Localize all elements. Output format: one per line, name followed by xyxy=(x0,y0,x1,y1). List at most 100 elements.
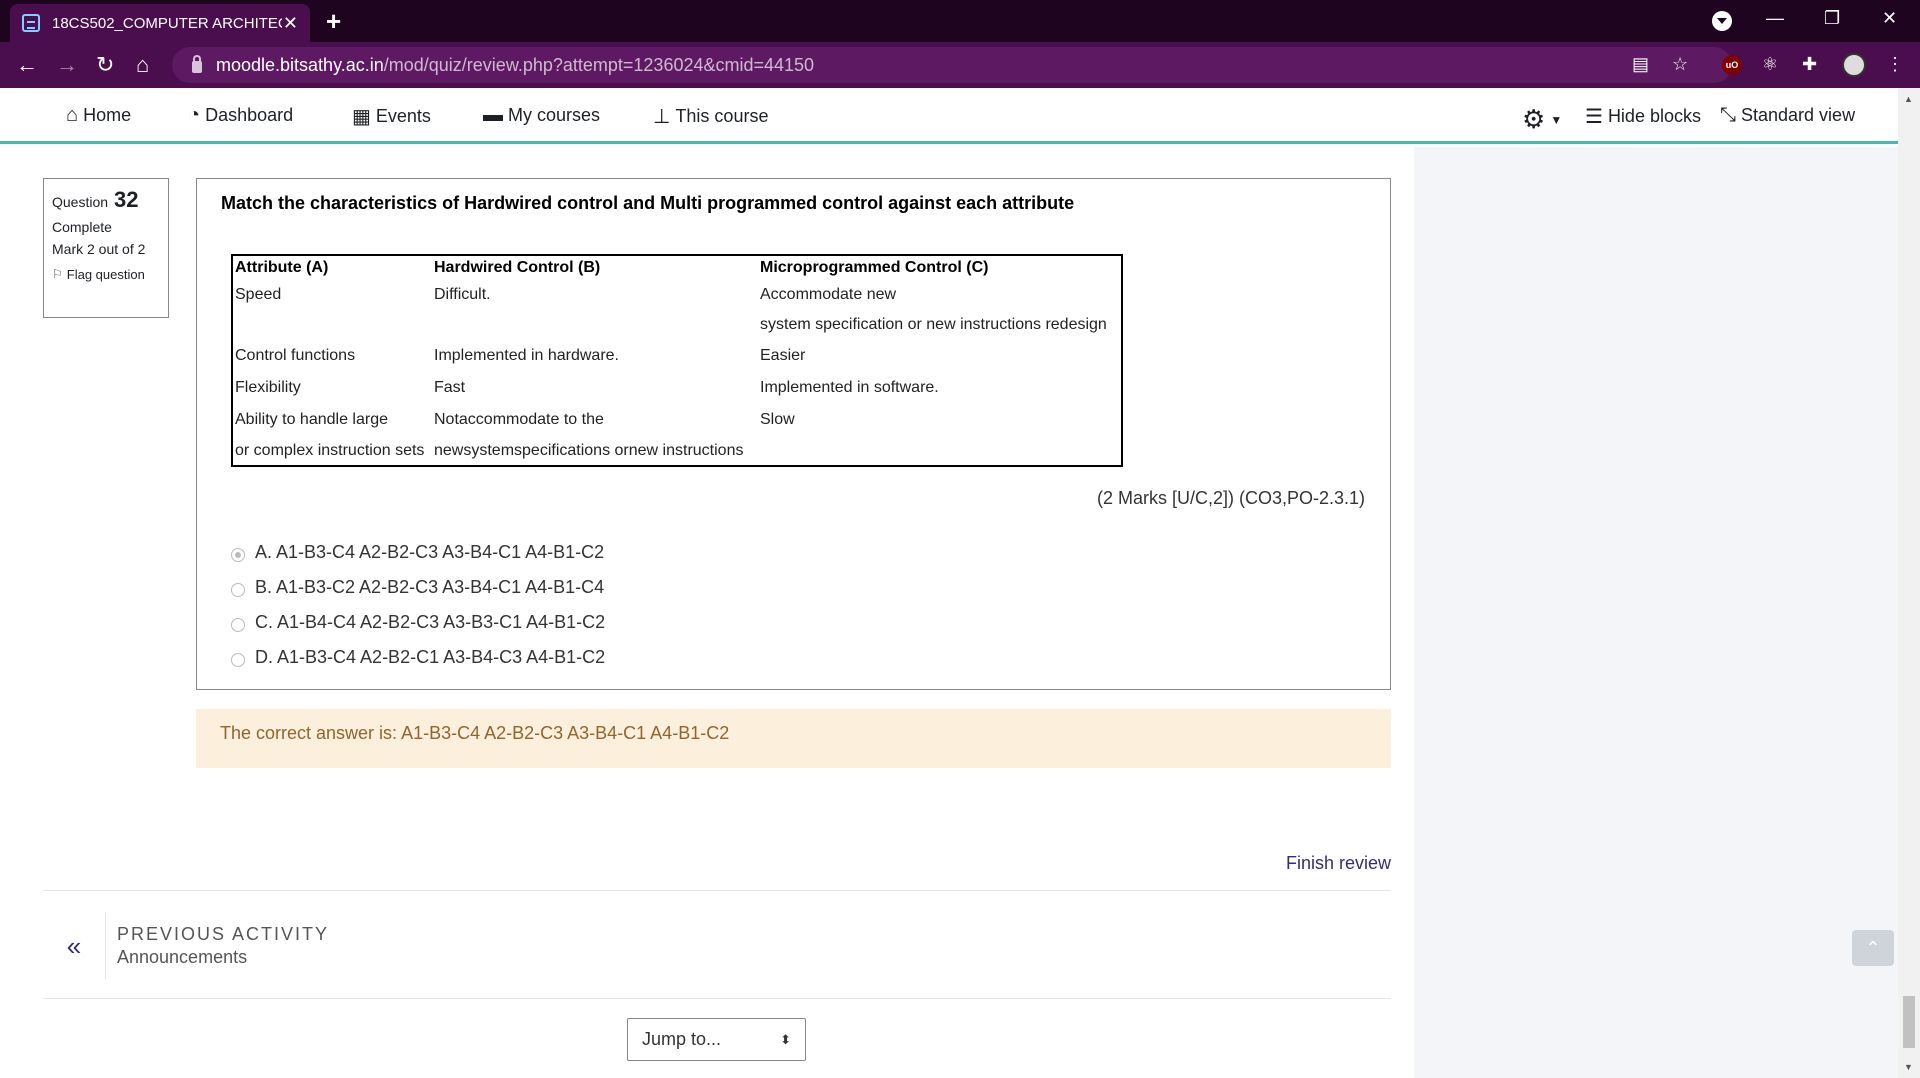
home-browser-icon[interactable]: ⌂ xyxy=(136,52,149,78)
table-cell: Difficult. xyxy=(434,286,491,303)
sitemap-icon: ⊥ xyxy=(653,106,671,128)
scroll-down-icon[interactable]: ▼ xyxy=(1904,1062,1913,1072)
nav-home[interactable]: ⌂ Home xyxy=(66,104,131,127)
radio[interactable] xyxy=(231,617,245,632)
scroll-up-icon[interactable]: ▲ xyxy=(1904,94,1913,104)
chevron-up-icon: ⌃ xyxy=(1865,938,1881,958)
nav-this-course[interactable]: ⊥ This course xyxy=(653,104,768,129)
table-cell: newsystemspecifications ornew instructio… xyxy=(434,441,744,459)
tab-search-icon[interactable] xyxy=(1712,11,1732,31)
table-cell: Notaccommodate to the xyxy=(434,411,604,428)
gear-icon: ⚙ xyxy=(1522,104,1546,134)
extensions-puzzle-icon[interactable]: ✚ xyxy=(1802,54,1817,75)
option-label: A. A1-B3-C4 A2-B2-C3 A3-B4-C1 A4-B1-C2 xyxy=(255,542,605,562)
block-region xyxy=(1414,147,1898,1078)
nav-events[interactable]: ▦ Events xyxy=(352,104,431,129)
previous-activity-label: PREVIOUS ACTIVITY xyxy=(117,924,330,944)
new-tab-button[interactable]: + xyxy=(326,6,341,37)
bookmark-star-icon[interactable]: ☆ xyxy=(1672,54,1688,75)
hide-blocks-label: Hide blocks xyxy=(1607,106,1701,126)
url-host: moodle.bitsathy.ac.in xyxy=(216,54,384,75)
ublock-icon[interactable]: uO xyxy=(1722,55,1742,75)
reload-icon[interactable]: ↻ xyxy=(96,52,114,78)
settings-menu[interactable]: ⚙ ▼ xyxy=(1522,104,1562,135)
table-cell: system specification or new instructions… xyxy=(760,316,1107,333)
flag-label: Flag question xyxy=(66,267,145,282)
divider xyxy=(43,890,1391,891)
table-cell: Accommodate new xyxy=(760,286,897,303)
home-icon: ⌂ xyxy=(66,104,79,126)
table-cell: Ability to handle large xyxy=(235,411,388,428)
table-row: Ability to handle large Notaccommodate t… xyxy=(232,404,1122,436)
sort-caret-icon: ⬍ xyxy=(780,1031,791,1047)
hide-blocks-button[interactable]: ☰ Hide blocks xyxy=(1585,104,1701,129)
option-label: C. A1-B4-C4 A2-B2-C3 A3-B3-C1 A4-B1-C2 xyxy=(255,612,606,632)
table-cell: Implemented in software. xyxy=(760,379,939,396)
question-num: 32 xyxy=(114,187,139,212)
tab-close-icon[interactable]: ✕ xyxy=(283,13,298,34)
restore-button[interactable]: ❐ xyxy=(1824,8,1840,29)
previous-activity-link[interactable]: « PREVIOUS ACTIVITY Announcements xyxy=(43,912,329,980)
answer-option[interactable]: C. A1-B4-C4 A2-B2-C3 A3-B3-C1 A4-B1-C2 xyxy=(231,605,605,640)
radio-selected[interactable] xyxy=(231,547,245,562)
question-info: Question 32 Complete Mark 2 out of 2 ⚐ F… xyxy=(43,178,169,318)
reader-mode-icon[interactable]: ▤ xyxy=(1632,54,1649,75)
browser-toolbar: ← → ↻ ⌂ moodle.bitsathy.ac.in /mod/quiz/… xyxy=(0,42,1920,88)
standard-view-button[interactable]: ⤡ Standard view xyxy=(1720,104,1855,127)
nav-this-course-label: This course xyxy=(675,106,769,126)
question-marks: (2 Marks [U/C,2]) (CO3,PO-2.3.1) xyxy=(1097,488,1366,508)
right-answer-feedback: The correct answer is: A1-B3-C4 A2-B2-C3… xyxy=(196,709,1391,768)
answer-option[interactable]: A. A1-B3-C4 A2-B2-C3 A3-B4-C1 A4-B1-C2 xyxy=(231,535,605,570)
attribute-table: Attribute (A) Hardwired Control (B) Micr… xyxy=(231,254,1123,467)
nav-dashboard-label: Dashboard xyxy=(205,105,294,125)
address-bar[interactable]: moodle.bitsathy.ac.in /mod/quiz/review.p… xyxy=(172,47,1732,83)
table-row: Flexibility Fast Implemented in software… xyxy=(232,372,1122,404)
back-to-top-button[interactable]: ⌃ xyxy=(1852,930,1894,966)
flag-question-link[interactable]: ⚐ Flag question xyxy=(52,267,160,282)
table-header: Attribute (A) xyxy=(235,259,329,276)
question-content: Match the characteristics of Hardwired c… xyxy=(196,178,1391,690)
table-cell: Fast xyxy=(434,379,466,396)
nav-dashboard[interactable]: ◔ Dashboard xyxy=(188,104,293,127)
back-icon[interactable]: ← xyxy=(16,52,38,78)
answer-option[interactable]: D. A1-B3-C4 A2-B2-C1 A3-B4-C3 A4-B1-C2 xyxy=(231,640,605,675)
flag-icon: ⚐ xyxy=(52,267,63,281)
question-text: Match the characteristics of Hardwired c… xyxy=(221,193,1075,213)
close-window-button[interactable]: ✕ xyxy=(1882,8,1897,29)
scroll-thumb[interactable] xyxy=(1903,996,1915,1048)
url-path: /mod/quiz/review.php?attempt=1236024&cmi… xyxy=(383,54,815,75)
table-header-row: Attribute (A) Hardwired Control (B) Micr… xyxy=(232,255,1122,280)
divider xyxy=(105,912,106,980)
radio[interactable] xyxy=(231,582,245,597)
browser-menu-icon[interactable]: ⋮ xyxy=(1886,54,1904,75)
minimize-button[interactable]: — xyxy=(1766,8,1784,29)
table-row: Speed Difficult. Accommodate new xyxy=(232,280,1122,310)
divider xyxy=(43,998,1391,999)
radio[interactable] xyxy=(231,652,245,667)
moodle-navbar: ⌂ Home ◔ Dashboard ▦ Events ▬ My courses… xyxy=(0,88,1898,144)
question-grade: Mark 2 out of 2 xyxy=(52,241,146,257)
jump-to-select[interactable]: Jump to... ⬍ xyxy=(627,1018,806,1061)
tab-title: 18CS502_COMPUTER ARCHITECT xyxy=(52,14,282,32)
table-cell: Speed xyxy=(235,286,282,303)
nav-home-label: Home xyxy=(83,105,132,125)
nav-my-courses[interactable]: ▬ My courses xyxy=(483,104,600,127)
double-chevron-left-icon: « xyxy=(66,930,82,961)
table-cell: or complex instruction sets xyxy=(235,441,425,459)
browser-tab[interactable]: 18CS502_COMPUTER ARCHITECT ✕ xyxy=(10,4,310,42)
react-extension-icon[interactable]: ⚛ xyxy=(1762,54,1778,75)
table-cell: Flexibility xyxy=(235,379,301,396)
forward-icon[interactable]: → xyxy=(56,52,78,78)
lock-icon[interactable] xyxy=(192,55,202,73)
finish-review-link[interactable]: Finish review xyxy=(1286,853,1391,874)
jump-to-value: Jump to... xyxy=(642,1029,722,1049)
table-header: Microprogrammed Control (C) xyxy=(760,259,989,276)
page-scrollbar[interactable]: ▲ ▼ xyxy=(1898,88,1920,1078)
moodle-favicon-icon xyxy=(22,14,40,32)
profile-avatar[interactable] xyxy=(1842,53,1866,77)
question-state: Complete xyxy=(52,219,112,235)
option-label: D. A1-B3-C4 A2-B2-C1 A3-B4-C3 A4-B1-C2 xyxy=(255,647,606,667)
table-cell: Implemented in hardware. xyxy=(434,347,619,364)
previous-activity-name: Announcements xyxy=(117,947,248,967)
answer-option[interactable]: B. A1-B3-C2 A2-B2-C3 A3-B4-C1 A4-B1-C4 xyxy=(231,570,605,605)
